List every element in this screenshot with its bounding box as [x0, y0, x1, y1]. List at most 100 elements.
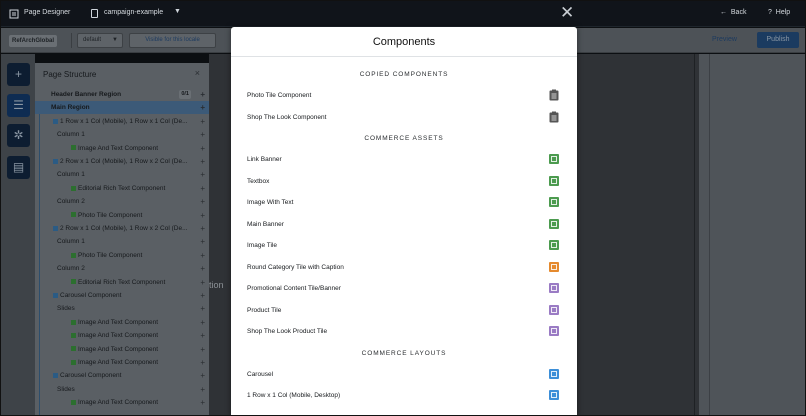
tree-row-label: 2 Row x 1 Col (Mobile), 1 Row x 2 Col (D…	[60, 225, 188, 232]
add-icon[interactable]: +	[200, 128, 205, 141]
library-icon[interactable]: ▤	[7, 156, 30, 179]
add-icon[interactable]: +	[200, 356, 205, 369]
add-icon[interactable]: +	[200, 276, 205, 289]
back-button[interactable]: ← Back	[720, 9, 746, 16]
add-icon[interactable]: +	[200, 329, 205, 342]
tree-component[interactable]: Image And Text Component +	[35, 356, 209, 369]
add-icon[interactable]: +	[200, 101, 205, 114]
icon-inner	[551, 285, 557, 291]
icon-inner	[551, 263, 557, 270]
icon-inner	[551, 306, 557, 313]
tree-row-content: Slides	[57, 302, 75, 315]
component-item[interactable]: Round Category Tile with Caption	[231, 258, 577, 279]
tree-column[interactable]: Slides +	[35, 302, 209, 315]
tree-region[interactable]: Main Region +	[35, 101, 209, 115]
add-icon[interactable]: +	[200, 383, 205, 396]
category-icon	[549, 261, 559, 272]
close-icon[interactable]: ✕	[560, 3, 574, 23]
chevron-down-icon[interactable]: ▼	[174, 8, 181, 15]
add-icon[interactable]: +	[200, 168, 205, 181]
menu-icon[interactable]	[9, 9, 19, 19]
back-label: Back	[730, 9, 747, 16]
locale-select[interactable]: default ▼	[77, 33, 123, 48]
tree-column[interactable]: Column 1 +	[35, 235, 209, 248]
add-icon[interactable]: +	[200, 235, 205, 248]
modal-header: Components	[231, 27, 577, 57]
component-label: Link Banner	[247, 156, 282, 163]
add-icon[interactable]: +	[200, 249, 205, 262]
tree-column[interactable]: Column 1 +	[35, 168, 209, 181]
tree-component[interactable]: Photo Tile Component +	[35, 209, 209, 222]
component-icon	[71, 185, 76, 191]
add-icon[interactable]: +	[200, 142, 205, 155]
component-item[interactable]: Image With Text	[231, 193, 577, 214]
structure-icon[interactable]: ☰	[7, 94, 30, 117]
add-icon[interactable]: +	[200, 222, 205, 235]
chevron-down-icon: ▼	[112, 37, 118, 43]
settings-icon[interactable]: ✲	[7, 124, 30, 147]
tree-component[interactable]: Image And Text Component +	[35, 396, 209, 409]
add-icon[interactable]: +	[200, 369, 205, 382]
canvas-edge	[694, 54, 695, 415]
add-icon[interactable]: +	[200, 289, 205, 302]
tree-column[interactable]: Column 1 +	[35, 128, 209, 141]
component-label: Image Tile	[247, 242, 277, 249]
component-item[interactable]: Carousel	[231, 365, 577, 386]
component-item[interactable]: 1 Row x 1 Col (Mobile, Desktop)	[231, 386, 577, 407]
tree-column[interactable]: Slides +	[35, 383, 209, 396]
component-item[interactable]: Shop The Look Product Tile	[231, 322, 577, 343]
tree-layout[interactable]: Carousel Component +	[35, 369, 209, 382]
tree-row-content: Main Region	[51, 101, 90, 114]
add-icon[interactable]: +	[7, 63, 30, 86]
tree-component[interactable]: Editorial Rich Text Component +	[35, 182, 209, 195]
tree-row-content: 2 Row x 1 Col (Mobile), 1 Row x 2 Col (D…	[53, 155, 188, 168]
back-arrow-icon: ←	[720, 9, 727, 16]
component-label: Round Category Tile with Caption	[247, 263, 344, 271]
add-icon[interactable]: +	[200, 182, 205, 195]
tree-component[interactable]: Image And Text Component +	[35, 316, 209, 329]
component-item[interactable]: Shop The Look Component	[231, 108, 577, 129]
tree-component[interactable]: Photo Tile Component +	[35, 249, 209, 262]
publish-button[interactable]: Publish	[757, 32, 799, 48]
tree-column[interactable]: Column 2 +	[35, 262, 209, 275]
tree-layout[interactable]: 1 Row x 1 Col (Mobile), 1 Row x 1 Col (D…	[35, 115, 209, 128]
page-name[interactable]: campaign-example	[104, 9, 163, 16]
component-item[interactable]: Link Banner	[231, 150, 577, 171]
add-icon[interactable]: +	[200, 209, 205, 222]
component-label: Promotional Content Tile/Banner	[247, 285, 341, 292]
component-item[interactable]: Main Banner	[231, 215, 577, 236]
close-icon[interactable]: ×	[195, 68, 200, 78]
tree-region[interactable]: Header Banner Region 0/1 +	[35, 88, 209, 101]
component-item[interactable]: Image Tile	[231, 236, 577, 257]
tree-component[interactable]: Editorial Rich Text Component +	[35, 276, 209, 289]
add-icon[interactable]: +	[200, 262, 205, 275]
tree-row-label: Column 1	[57, 171, 85, 179]
add-icon[interactable]: +	[200, 155, 205, 168]
add-icon[interactable]: +	[200, 302, 205, 315]
tree-layout[interactable]: 2 Row x 1 Col (Mobile), 1 Row x 2 Col (D…	[35, 155, 209, 168]
visibility-button[interactable]: Visible for this locale	[129, 33, 216, 48]
tree-column[interactable]: Column 2 +	[35, 195, 209, 208]
component-label: Photo Tile Component	[247, 92, 312, 99]
add-icon[interactable]: +	[200, 396, 205, 409]
add-icon[interactable]: +	[200, 115, 205, 128]
add-icon[interactable]: +	[200, 343, 205, 356]
add-icon[interactable]: +	[200, 195, 205, 208]
preview-button[interactable]: Preview	[712, 33, 737, 46]
component-item[interactable]: Promotional Content Tile/Banner	[231, 279, 577, 300]
tree-layout[interactable]: Carousel Component +	[35, 289, 209, 302]
component-item[interactable]: Textbox	[231, 172, 577, 193]
component-item[interactable]: Photo Tile Component	[231, 86, 577, 107]
help-button[interactable]: ? Help	[768, 9, 790, 16]
tree-row-label: Editorial Rich Text Component	[78, 278, 166, 286]
tree-component[interactable]: Image And Text Component +	[35, 329, 209, 342]
tree-component[interactable]: Image And Text Component +	[35, 343, 209, 356]
component-item[interactable]: Product Tile	[231, 301, 577, 322]
add-icon[interactable]: +	[200, 88, 205, 101]
tree-layout[interactable]: 2 Row x 1 Col (Mobile), 1 Row x 2 Col (D…	[35, 222, 209, 235]
tree-row-label: Carousel Component	[60, 292, 122, 299]
asset-icon	[549, 154, 559, 164]
tree-component[interactable]: Image And Text Component +	[35, 142, 209, 155]
page-structure-panel: Page Structure × Header Banner Region 0/1…	[35, 63, 209, 415]
add-icon[interactable]: +	[200, 316, 205, 329]
